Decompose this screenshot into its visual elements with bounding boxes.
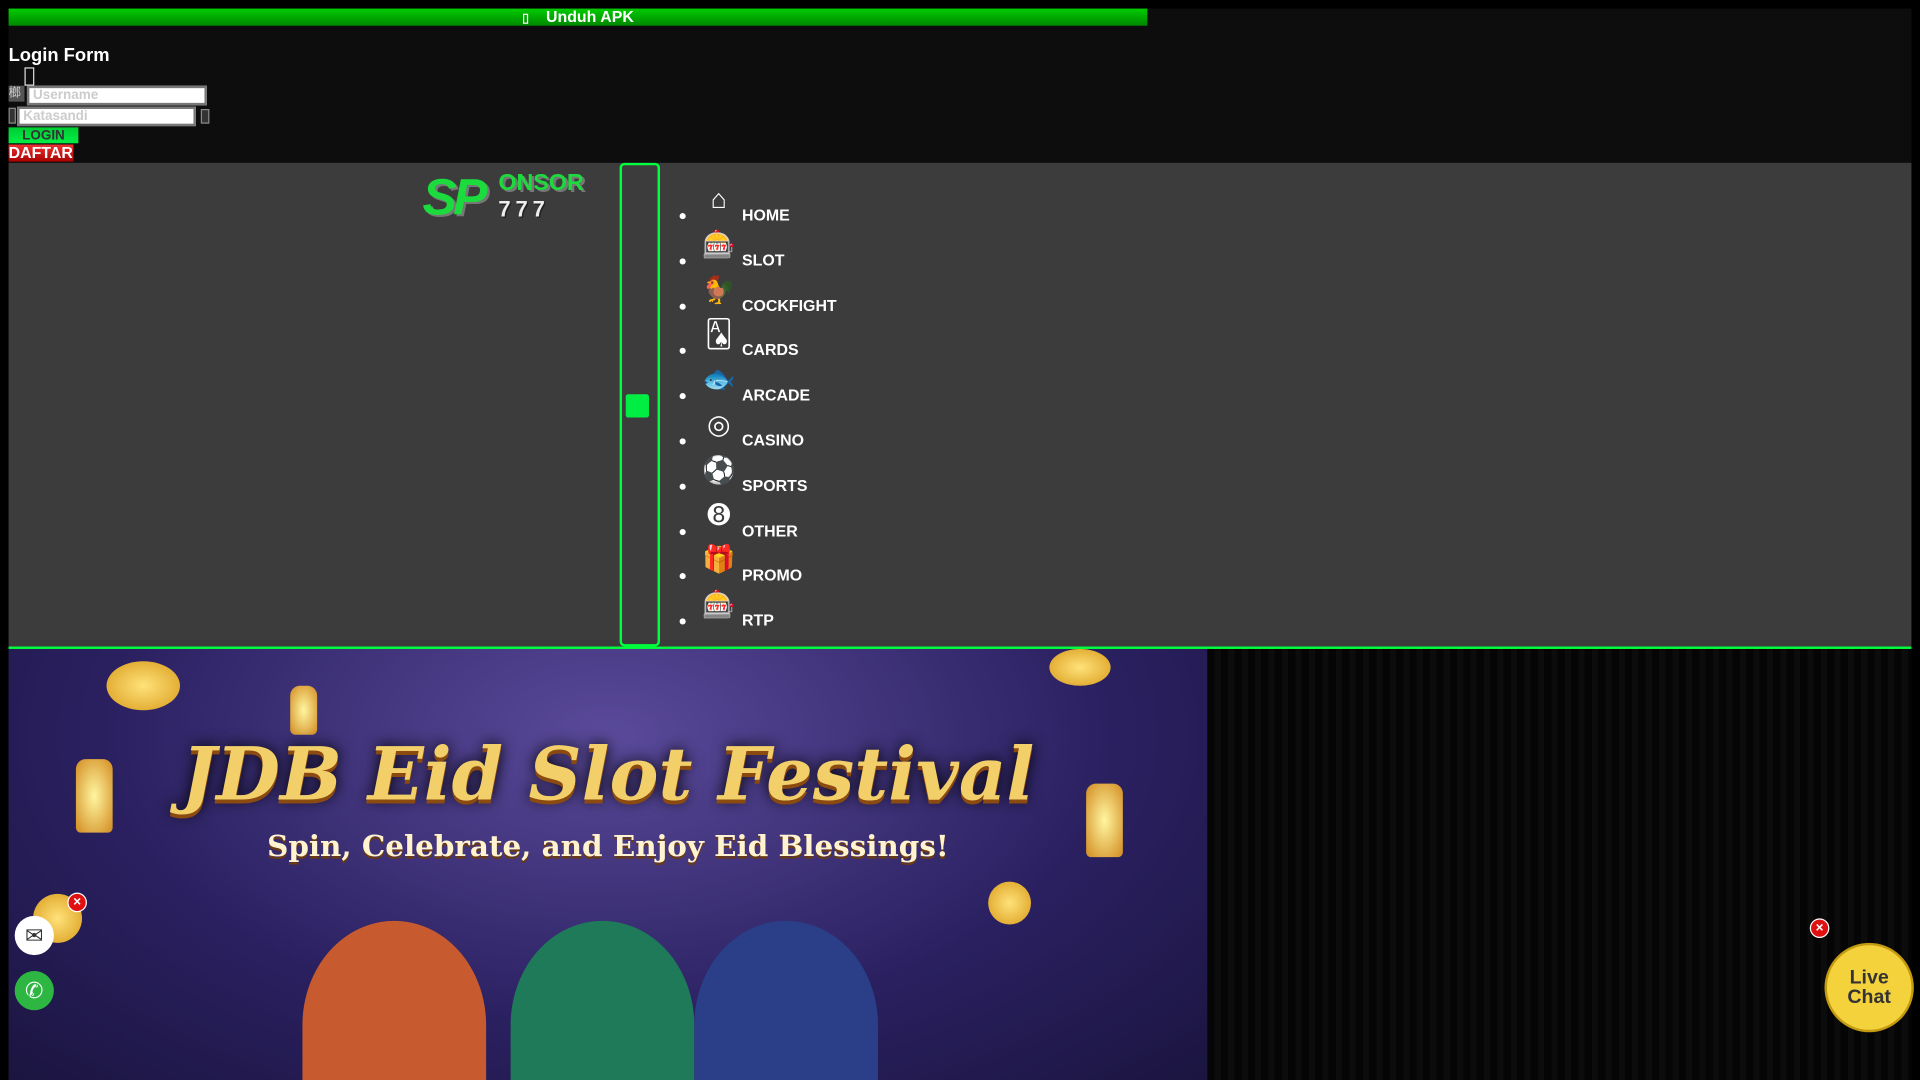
menu-item-label: ARCADE xyxy=(742,385,811,405)
coin-decoration xyxy=(988,881,1032,925)
close-contacts-icon[interactable]: × xyxy=(67,892,87,913)
promo-banner[interactable]: JDB Eid Slot Festival Spin, Celebrate, a… xyxy=(8,648,1208,1080)
cards-icon: 🂡 xyxy=(704,318,733,350)
menu-item-slot[interactable]: 🎰 SLOT xyxy=(679,228,784,273)
menu-item-rtp[interactable]: 🎰 RTP xyxy=(679,588,774,633)
menu-item-other[interactable]: ➑ OTHER xyxy=(679,498,798,543)
logo-onsor: ONSOR xyxy=(498,170,584,196)
logo-right: ONSOR 777 xyxy=(498,170,583,223)
register-button[interactable]: DAFTAR xyxy=(8,144,74,162)
fish-icon: 🐟 xyxy=(701,363,736,395)
menu-item-label: OTHER xyxy=(742,521,798,540)
character-illustration xyxy=(302,920,487,1080)
logo-777: 777 xyxy=(498,197,550,222)
whatsapp-icon[interactable]: ✆ xyxy=(14,971,54,1011)
menu-item-label: SPORTS xyxy=(742,476,808,495)
email-icon[interactable]: ✉ xyxy=(14,915,54,956)
logo-sp: SP xyxy=(422,167,487,226)
coin-decoration xyxy=(1049,648,1111,686)
close-livechat-icon[interactable]: × xyxy=(1809,918,1830,938)
menu-item-arcade[interactable]: 🐟 ARCADE xyxy=(679,363,810,408)
character-illustration xyxy=(510,920,695,1080)
live-chat-button[interactable]: Live Chat xyxy=(1824,942,1914,1033)
slot-machine-icon: 🎰 xyxy=(701,589,736,620)
menu-item-sports[interactable]: ⚽ SPORTS xyxy=(679,453,808,498)
main-menu: ⌂ HOME 🎰 SLOT 🐓 COCKFIGHT 🂡 CARDS 🐟 ARCADE ◎ CASINO… xyxy=(679,182,837,633)
menu-item-label: SLOT xyxy=(742,250,785,270)
menu-item-label: PROMO xyxy=(742,566,803,585)
download-apk-button[interactable]: ▯ Unduh APK xyxy=(8,7,1148,26)
apk-label: Unduh APK xyxy=(545,7,634,26)
slot-machine-icon: 🎰 xyxy=(701,228,736,260)
menu-item-casino[interactable]: ◎ CASINO xyxy=(679,408,804,453)
menu-item-label: CARDS xyxy=(742,340,799,360)
roulette-icon: ◎ xyxy=(707,408,731,440)
coin-decoration xyxy=(106,661,181,711)
lottery-balls-icon: ➑ xyxy=(707,499,731,530)
lantern-decoration xyxy=(290,685,318,735)
menu-item-promo[interactable]: 🎁 PROMO xyxy=(679,543,802,588)
live-chat-label-2: Chat xyxy=(1847,986,1891,1008)
gift-icon: 🎁 xyxy=(701,544,736,575)
menu-item-home[interactable]: ⌂ HOME xyxy=(679,182,790,227)
android-icon: ▯ xyxy=(522,12,529,26)
navigation-bar: SP ONSOR 777 ⌂ HOME 🎰 SLOT 🐓 COCKFIGHT 🂡 CARDS 🐟 AR… xyxy=(8,162,1912,649)
right-background xyxy=(1207,648,1912,1080)
password-input[interactable] xyxy=(17,106,196,127)
home-icon: ⌂ xyxy=(710,183,727,215)
soccer-player-icon: ⚽ xyxy=(701,454,736,485)
menu-item-cards[interactable]: 🂡 CARDS xyxy=(679,318,799,363)
show-password-icon[interactable] xyxy=(200,108,210,124)
menu-item-label: CASINO xyxy=(742,431,804,450)
menu-item-label: HOME xyxy=(742,205,790,225)
menu-toggle[interactable] xyxy=(619,162,661,647)
sponsor777-logo[interactable]: SP ONSOR 777 xyxy=(422,167,583,227)
login-form-title: Login Form xyxy=(8,45,110,67)
menu-item-cockfight[interactable]: 🐓 COCKFIGHT xyxy=(679,273,837,318)
character-illustration xyxy=(694,920,878,1080)
login-button[interactable]: LOGIN xyxy=(8,127,79,144)
user-icon: 榔 xyxy=(8,85,25,102)
menu-item-label: RTP xyxy=(742,611,774,630)
lock-icon xyxy=(8,107,16,124)
toggle-knob xyxy=(625,394,649,418)
menu-item-label: COCKFIGHT xyxy=(742,295,837,315)
live-chat-label-1: Live xyxy=(1849,967,1889,989)
banner-title: JDB Eid Slot Festival xyxy=(181,732,1035,818)
text-cursor-icon xyxy=(24,67,35,86)
rooster-icon: 🐓 xyxy=(701,273,736,305)
banner-subtitle: Spin, Celebrate, and Enjoy Eid Blessings… xyxy=(267,827,949,864)
username-input[interactable] xyxy=(26,85,207,106)
